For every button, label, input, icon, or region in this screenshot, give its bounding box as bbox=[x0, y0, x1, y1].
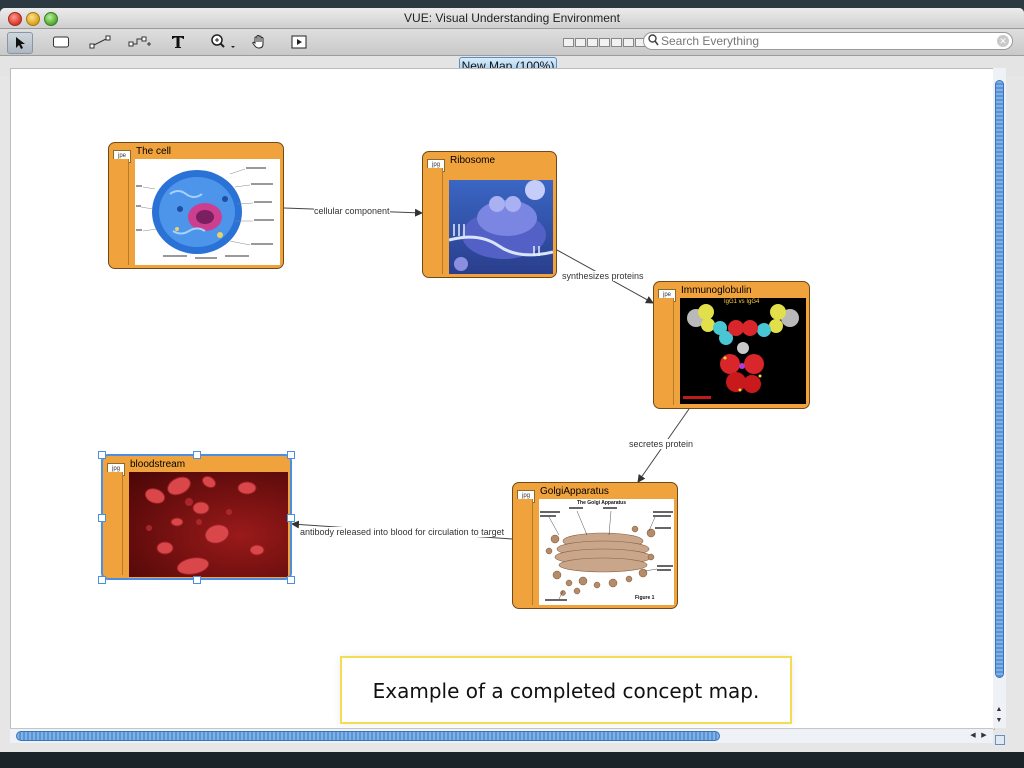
title-bar[interactable]: VUE: Visual Understanding Environment bbox=[0, 8, 1024, 29]
node-side-strip bbox=[106, 472, 123, 575]
node-label[interactable]: Immunoglobulin bbox=[681, 285, 752, 296]
page-box[interactable] bbox=[611, 38, 622, 47]
image-inner-label: IgG1 vs IgG4 bbox=[724, 299, 760, 305]
scroll-left-arrow-icon[interactable]: ◀ bbox=[968, 731, 978, 741]
link-tool-button[interactable] bbox=[88, 32, 112, 52]
cell-diagram-image bbox=[135, 159, 280, 265]
scroll-right-arrow-icon[interactable]: ▶ bbox=[979, 731, 989, 741]
node-side-strip bbox=[112, 159, 129, 265]
pan-hand-icon bbox=[252, 34, 264, 49]
node-side-strip bbox=[426, 168, 443, 274]
node-ribosome[interactable]: jpg Ribosome bbox=[422, 151, 557, 278]
selection-arrow-icon bbox=[16, 37, 25, 49]
page-box[interactable] bbox=[623, 38, 634, 47]
resize-handle[interactable] bbox=[287, 514, 295, 522]
resize-handle[interactable] bbox=[193, 451, 201, 459]
node-label[interactable]: Ribosome bbox=[450, 155, 495, 166]
scroll-down-arrow-icon[interactable]: ▼ bbox=[994, 716, 1004, 726]
toolbar: ✕ bbox=[0, 29, 1024, 56]
link-curve-icon bbox=[128, 36, 151, 47]
link-label[interactable]: antibody released into blood for circula… bbox=[300, 527, 505, 537]
text-tool-button[interactable] bbox=[168, 32, 188, 52]
bloodstream-image bbox=[129, 472, 288, 577]
node-rectangle-icon bbox=[53, 36, 69, 48]
resize-handle[interactable] bbox=[98, 514, 106, 522]
node-golgi-apparatus[interactable]: jpg GolgiApparatus The Golgi Apparatus F… bbox=[512, 482, 678, 609]
presentation-play-icon bbox=[291, 35, 307, 49]
zoom-tool-button[interactable] bbox=[208, 32, 238, 52]
pan-tool-button[interactable] bbox=[248, 32, 270, 52]
horizontal-scrollbar[interactable]: ◀ ▶ bbox=[10, 728, 993, 743]
node-label[interactable]: bloodstream bbox=[130, 459, 185, 470]
node-immunoglobulin[interactable]: jpe Immunoglobulin IgG1 vs IgG4 bbox=[653, 281, 810, 409]
link-label[interactable]: cellular component bbox=[314, 206, 390, 216]
scroll-up-arrow-icon[interactable]: ▲ bbox=[994, 705, 1004, 715]
text-tool-icon bbox=[172, 36, 184, 48]
search-icon bbox=[648, 34, 659, 49]
node-label[interactable]: GolgiApparatus bbox=[540, 486, 609, 497]
vertical-scrollbar[interactable]: ▲ ▼ bbox=[993, 68, 1006, 728]
desktop-dock-edge bbox=[0, 752, 1024, 768]
resize-handle[interactable] bbox=[98, 576, 106, 584]
page-box[interactable] bbox=[563, 38, 574, 47]
caption-box: Example of a completed concept map. bbox=[340, 656, 792, 724]
link-label[interactable]: synthesizes proteins bbox=[562, 271, 644, 281]
node-side-strip bbox=[516, 499, 533, 605]
clear-search-icon[interactable]: ✕ bbox=[997, 35, 1009, 47]
resize-handle[interactable] bbox=[287, 576, 295, 584]
curved-link-tool-button[interactable] bbox=[128, 32, 152, 52]
node-bloodstream[interactable]: jpg bloodstream bbox=[101, 454, 292, 580]
search-box[interactable]: ✕ bbox=[643, 32, 1013, 50]
page-navigator[interactable] bbox=[563, 38, 646, 48]
resize-handle[interactable] bbox=[287, 451, 295, 459]
golgi-diagram-image: The Golgi Apparatus Figure 1 bbox=[539, 499, 674, 605]
horizontal-scroll-thumb[interactable] bbox=[16, 731, 720, 741]
link-label[interactable]: secretes protein bbox=[629, 439, 694, 449]
zoom-icon bbox=[211, 34, 235, 48]
node-tool-button[interactable] bbox=[50, 32, 72, 52]
presentation-button[interactable] bbox=[289, 32, 309, 52]
node-side-strip bbox=[657, 298, 674, 405]
vertical-scroll-thumb[interactable] bbox=[995, 80, 1004, 678]
image-figure-caption: Figure 1 bbox=[635, 595, 655, 601]
resize-handle[interactable] bbox=[98, 451, 106, 459]
resize-handle[interactable] bbox=[193, 576, 201, 584]
window-title: VUE: Visual Understanding Environment bbox=[404, 11, 620, 25]
link-tool-icon bbox=[89, 35, 111, 49]
page-box[interactable] bbox=[587, 38, 598, 47]
selection-tool-button[interactable] bbox=[7, 32, 33, 54]
ribosome-image bbox=[449, 180, 553, 274]
caption-text: Example of a completed concept map. bbox=[372, 679, 760, 703]
node-label[interactable]: The cell bbox=[136, 146, 171, 157]
immunoglobulin-image: IgG1 vs IgG4 bbox=[680, 298, 806, 404]
page-box[interactable] bbox=[599, 38, 610, 47]
search-input[interactable] bbox=[661, 34, 991, 48]
node-the-cell[interactable]: jpe The cell bbox=[108, 142, 284, 269]
page-box[interactable] bbox=[575, 38, 586, 47]
scroll-corner-icon[interactable] bbox=[995, 735, 1005, 745]
